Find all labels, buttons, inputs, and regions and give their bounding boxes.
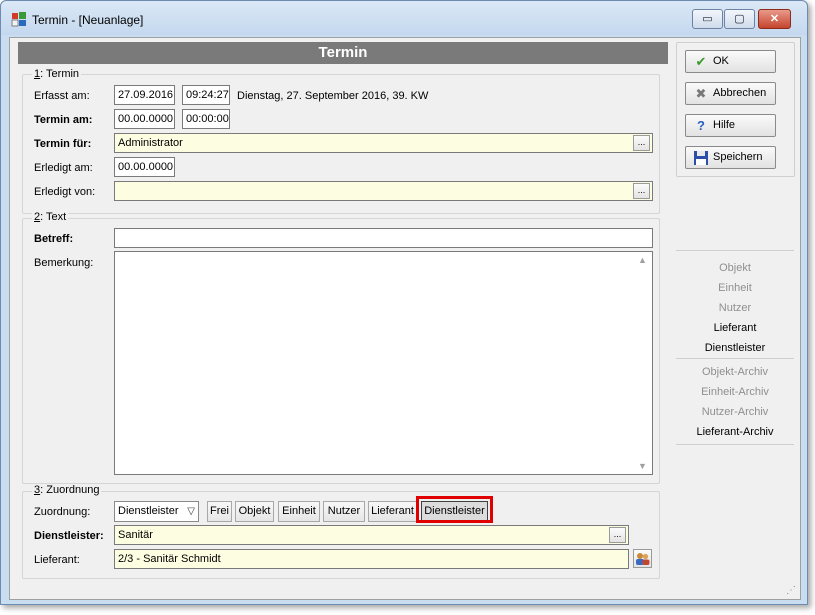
scroll-down-icon[interactable]: ▼ xyxy=(638,461,647,471)
title-bar[interactable]: Termin - [Neuanlage] ▭ ▢ ✕ xyxy=(1,1,807,35)
bemerkung-textarea[interactable]: ▲ ▼ xyxy=(114,251,653,475)
dienstleister-ellipsis-button[interactable]: ... xyxy=(609,527,626,543)
zuordnung-select[interactable]: Dienstleister ▽ xyxy=(114,501,199,522)
termin-am-time-field[interactable]: 00:00:00 xyxy=(182,109,230,129)
zuordnung-label: Zuordnung: xyxy=(34,506,91,518)
chevron-down-icon: ▽ xyxy=(187,506,195,517)
termin-fuer-label: Termin für: xyxy=(34,138,92,150)
betreff-label: Betreff: xyxy=(34,233,74,245)
tab-frei[interactable]: Frei xyxy=(207,501,232,522)
tab-lieferant[interactable]: Lieferant xyxy=(368,501,417,522)
bemerkung-label: Bemerkung: xyxy=(34,257,94,269)
page-title: Termin xyxy=(18,42,668,64)
maximize-icon: ▢ xyxy=(734,13,745,25)
minimize-button[interactable]: ▭ xyxy=(692,9,723,29)
bemerkung-scrollbar[interactable]: ▲ ▼ xyxy=(635,252,652,474)
erledigt-von-label: Erledigt von: xyxy=(34,186,96,198)
resize-grip-icon[interactable]: ⋰ xyxy=(786,585,796,596)
group-zuordnung-legend: 3: Zuordnung xyxy=(32,484,102,496)
dienstleister-label: Dienstleister: xyxy=(34,530,104,542)
termin-fuer-field[interactable]: Administrator xyxy=(114,133,653,153)
erledigt-am-field[interactable]: 00.00.0000 xyxy=(114,157,175,177)
checkmark-icon: ✔ xyxy=(695,54,707,69)
people-icon xyxy=(636,553,650,565)
side-item-nutzer-archiv: Nutzer-Archiv xyxy=(701,406,769,418)
side-item-objekt: Objekt xyxy=(719,262,751,274)
side-item-einheit-archiv: Einheit-Archiv xyxy=(701,386,769,398)
termin-am-label: Termin am: xyxy=(34,114,93,126)
floppy-disk-icon xyxy=(694,151,708,165)
erfasst-label: Erfasst am: xyxy=(34,90,90,102)
tab-objekt[interactable]: Objekt xyxy=(235,501,274,522)
side-item-nutzer: Nutzer xyxy=(718,302,752,314)
side-item-lieferant[interactable]: Lieferant xyxy=(676,320,794,336)
close-button[interactable]: ✕ xyxy=(758,9,791,29)
maximize-button[interactable]: ▢ xyxy=(724,9,755,29)
termin-am-date-field[interactable]: 00.00.0000 xyxy=(114,109,175,129)
side-item-lieferant-archiv[interactable]: Lieferant-Archiv xyxy=(676,424,794,440)
side-item-objekt-archiv: Objekt-Archiv xyxy=(701,366,769,378)
erfasst-info: Dienstag, 27. September 2016, 39. KW xyxy=(237,90,429,102)
ok-button[interactable]: ✔ OK xyxy=(685,50,776,73)
tab-nutzer[interactable]: Nutzer xyxy=(323,501,365,522)
betreff-field[interactable] xyxy=(114,228,653,248)
side-archive-list: Objekt-Archiv Einheit-Archiv Nutzer-Arch… xyxy=(676,358,794,444)
dialog-window: Termin - [Neuanlage] ▭ ▢ ✕ Termin 1: Ter… xyxy=(0,0,808,605)
scroll-up-icon[interactable]: ▲ xyxy=(638,255,647,265)
erledigt-von-ellipsis-button[interactable]: ... xyxy=(633,183,650,199)
side-item-einheit: Einheit xyxy=(718,282,752,294)
lieferant-field[interactable]: 2/3 - Sanitär Schmidt xyxy=(114,549,629,569)
speichern-button[interactable]: Speichern xyxy=(685,146,776,169)
group-text-legend: 2: Text xyxy=(32,211,69,223)
dienstleister-field[interactable]: Sanitär xyxy=(114,525,629,545)
window-title: Termin - [Neuanlage] xyxy=(32,13,144,27)
side-list: Objekt Einheit Nutzer Lieferant Dienstle… xyxy=(676,250,794,356)
termin-fuer-value: Administrator xyxy=(118,137,183,149)
zuordnung-value: Dienstleister xyxy=(118,505,179,517)
cross-icon: ✖ xyxy=(695,86,707,101)
hilfe-button[interactable]: ? Hilfe xyxy=(685,114,776,137)
tab-einheit[interactable]: Einheit xyxy=(278,501,320,522)
group-termin-legend: 1: Termin xyxy=(32,68,82,80)
lieferant-label: Lieferant: xyxy=(34,554,80,566)
lieferant-lookup-button[interactable] xyxy=(633,549,652,568)
highlight-frame xyxy=(416,496,493,523)
termin-fuer-ellipsis-button[interactable]: ... xyxy=(633,135,650,151)
erfasst-date-field[interactable]: 27.09.2016 xyxy=(114,85,175,105)
dialog-client: Termin 1: Termin Erfasst am: 27.09.2016 … xyxy=(9,37,801,600)
abbrechen-button[interactable]: ✖ Abbrechen xyxy=(685,82,776,105)
side-item-dienstleister[interactable]: Dienstleister xyxy=(676,340,794,356)
app-icon xyxy=(11,12,26,27)
minimize-icon: ▭ xyxy=(702,13,713,25)
side-list-divider xyxy=(676,444,794,445)
erledigt-am-label: Erledigt am: xyxy=(34,162,93,174)
erfasst-time-field[interactable]: 09:24:27 xyxy=(182,85,230,105)
help-icon: ? xyxy=(697,118,705,133)
close-icon: ✕ xyxy=(769,13,780,25)
erledigt-von-field[interactable] xyxy=(114,181,653,201)
